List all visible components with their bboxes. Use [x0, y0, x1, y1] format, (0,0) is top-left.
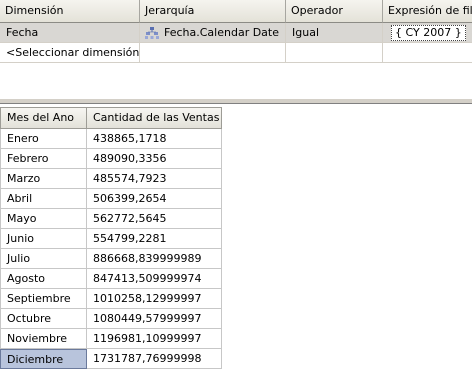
filter-operator-cell[interactable]: Igual — [286, 23, 383, 43]
filter-expression-value[interactable]: { CY 2007 } — [391, 24, 466, 41]
results-body: Enero 438865,1718 Febrero 489090,3356 Marzo 4… — [0, 129, 222, 369]
month-cell[interactable]: Noviembre — [0, 329, 87, 349]
column-header-hierarchy[interactable]: Jerarquía — [140, 0, 286, 23]
month-cell[interactable]: Abril — [0, 189, 87, 209]
month-cell[interactable]: Junio — [0, 229, 87, 249]
month-cell[interactable]: Septiembre — [0, 289, 87, 309]
table-row[interactable]: Mayo 562772,5645 — [0, 209, 222, 229]
filter-hierarchy-cell[interactable]: Fecha.Calendar Date — [140, 23, 286, 43]
column-header-month[interactable]: Mes del Ano — [0, 107, 87, 129]
month-cell[interactable]: Diciembre — [0, 349, 87, 369]
results-header-row: Mes del Ano Cantidad de las Ventas ... — [0, 107, 472, 129]
sales-cell[interactable]: 554799,2281 — [87, 229, 222, 249]
month-cell[interactable]: Octubre — [0, 309, 87, 329]
results-pane: Mes del Ano Cantidad de las Ventas ... E… — [0, 104, 472, 369]
table-row[interactable]: Enero 438865,1718 — [0, 129, 222, 149]
column-header-dimension[interactable]: Dimensión — [0, 0, 140, 23]
empty-hierarchy-cell[interactable] — [140, 43, 286, 63]
filter-row[interactable]: Fecha Fecha.Calendar Date Igual { CY 200… — [0, 23, 472, 43]
sales-cell[interactable]: 506399,2654 — [87, 189, 222, 209]
filter-dimension-cell[interactable]: Fecha — [0, 23, 140, 43]
table-row[interactable]: Noviembre 1196981,10999997 — [0, 329, 222, 349]
month-cell[interactable]: Agosto — [0, 269, 87, 289]
table-row[interactable]: Marzo 485574,7923 — [0, 169, 222, 189]
filter-hierarchy-label: Fecha.Calendar Date — [164, 26, 280, 39]
sales-cell[interactable]: 847413,509999974 — [87, 269, 222, 289]
table-row[interactable]: Septiembre 1010258,12999997 — [0, 289, 222, 309]
filter-expression-cell[interactable]: { CY 2007 } — [383, 23, 472, 43]
table-row[interactable]: Octubre 1080449,57999997 — [0, 309, 222, 329]
column-header-expression[interactable]: Expresión de filtro — [383, 0, 472, 23]
empty-expression-cell[interactable] — [383, 43, 472, 63]
sales-cell[interactable]: 1080449,57999997 — [87, 309, 222, 329]
table-row[interactable]: Diciembre 1731787,76999998 — [0, 349, 222, 369]
empty-operator-cell[interactable] — [286, 43, 383, 63]
table-row[interactable]: Julio 886668,839999989 — [0, 249, 222, 269]
month-cell[interactable]: Febrero — [0, 149, 87, 169]
month-cell[interactable]: Julio — [0, 249, 87, 269]
table-row[interactable]: Febrero 489090,3356 — [0, 149, 222, 169]
month-cell[interactable]: Mayo — [0, 209, 87, 229]
sales-cell[interactable]: 886668,839999989 — [87, 249, 222, 269]
hierarchy-icon — [145, 26, 159, 39]
column-header-sales[interactable]: Cantidad de las Ventas ... — [87, 107, 222, 129]
table-row[interactable]: Agosto 847413,509999974 — [0, 269, 222, 289]
month-cell[interactable]: Enero — [0, 129, 87, 149]
sales-cell[interactable]: 489090,3356 — [87, 149, 222, 169]
column-header-operator[interactable]: Operador — [286, 0, 383, 23]
sales-cell[interactable]: 438865,1718 — [87, 129, 222, 149]
sales-cell[interactable]: 1196981,10999997 — [87, 329, 222, 349]
month-cell[interactable]: Marzo — [0, 169, 87, 189]
table-row[interactable]: Junio 554799,2281 — [0, 229, 222, 249]
table-row[interactable]: Abril 506399,2654 — [0, 189, 222, 209]
filter-pane: Dimensión Jerarquía Operador Expresión d… — [0, 0, 472, 100]
select-dimension-placeholder[interactable]: <Seleccionar dimensión> — [0, 43, 140, 63]
sales-cell[interactable]: 485574,7923 — [87, 169, 222, 189]
filter-grid: Dimensión Jerarquía Operador Expresión d… — [0, 0, 472, 63]
sales-cell[interactable]: 1731787,76999998 — [87, 349, 222, 369]
sales-cell[interactable]: 1010258,12999997 — [87, 289, 222, 309]
filter-header-row: Dimensión Jerarquía Operador Expresión d… — [0, 0, 472, 23]
add-filter-row[interactable]: <Seleccionar dimensión> — [0, 43, 472, 63]
sales-cell[interactable]: 562772,5645 — [87, 209, 222, 229]
